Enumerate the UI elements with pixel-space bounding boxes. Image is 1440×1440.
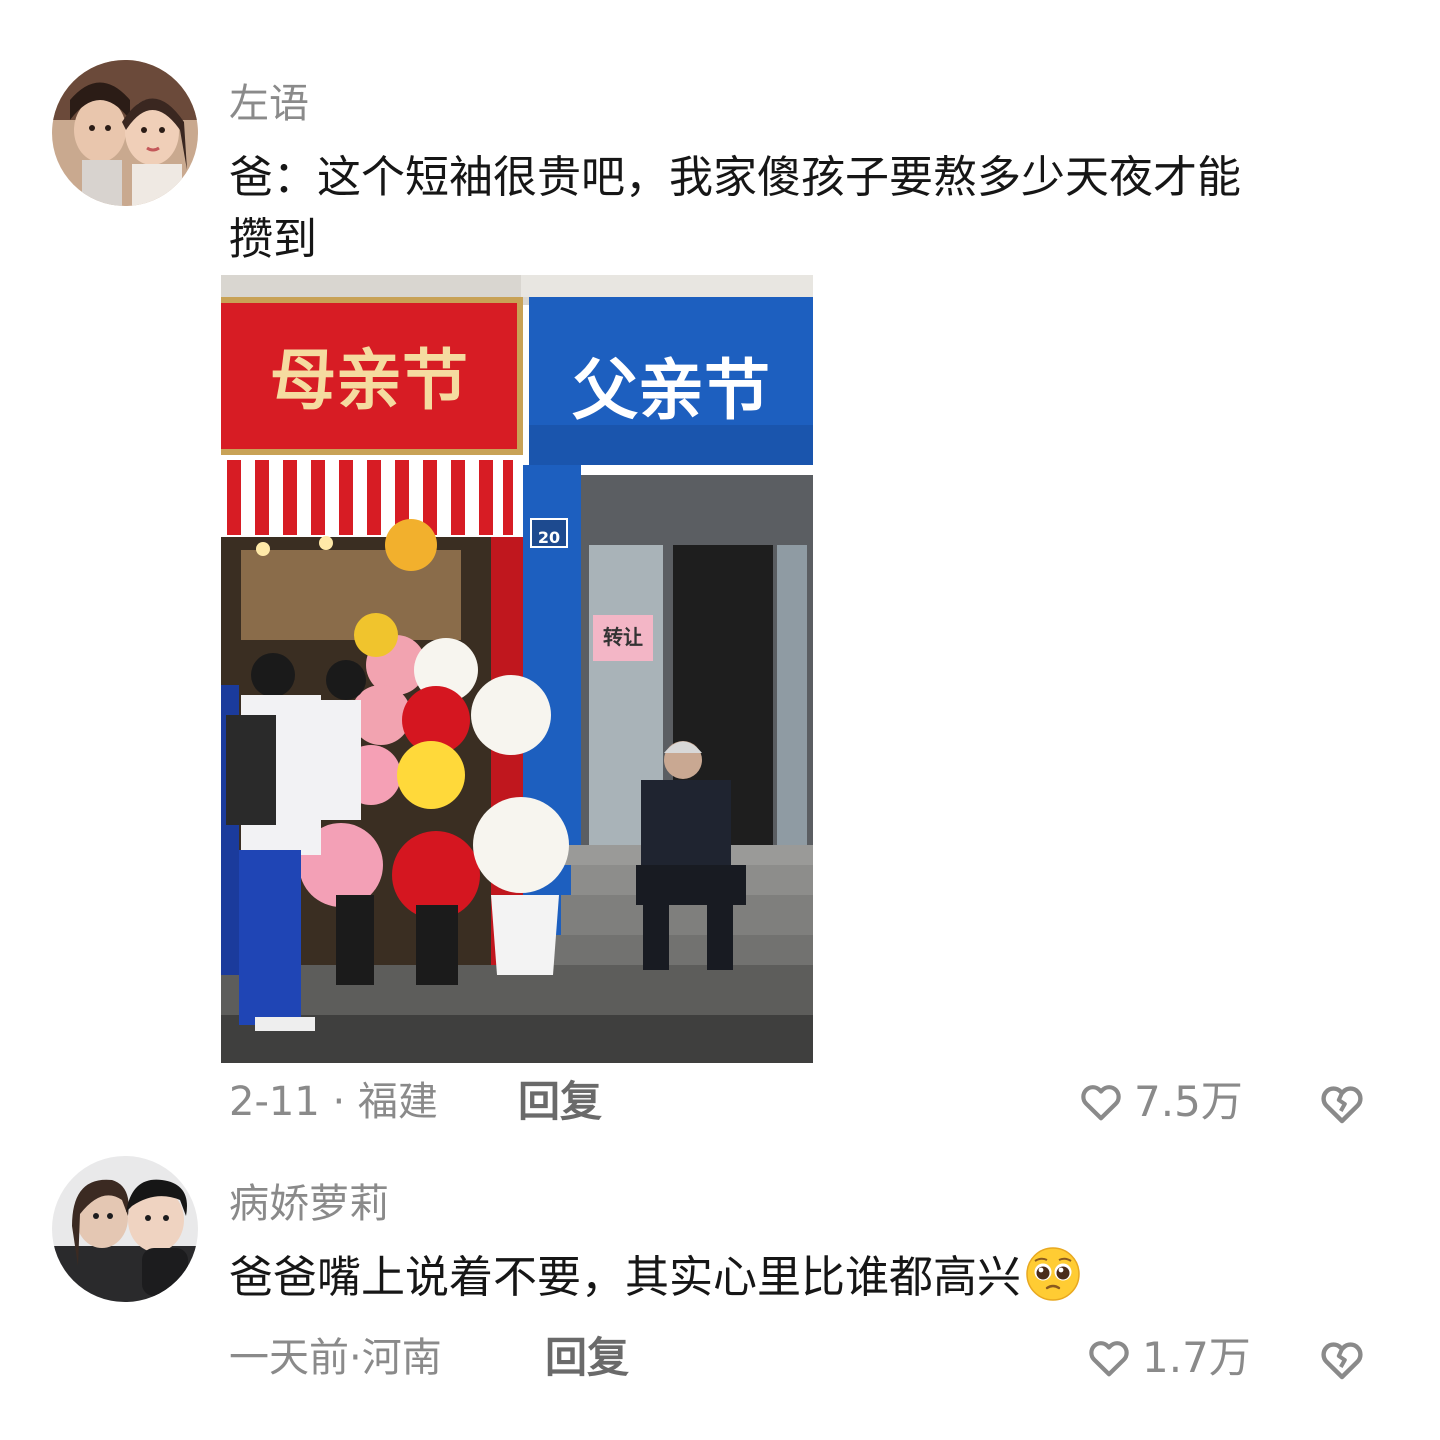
door-notice: 转让: [603, 625, 643, 649]
door-number: 20: [538, 528, 560, 547]
like-count: 7.5万: [1134, 1077, 1243, 1126]
user-avatar[interactable]: [52, 1156, 198, 1302]
like-count: 1.7万: [1142, 1333, 1251, 1382]
comment-text-line: 攒到: [229, 214, 317, 265]
like-button[interactable]: 1.7万: [1086, 1334, 1251, 1382]
comment-meta: 一天前·河南: [229, 1335, 442, 1381]
like-button[interactable]: 7.5万: [1078, 1078, 1243, 1126]
username[interactable]: 病娇萝莉: [229, 1180, 389, 1228]
dislike-button[interactable]: [1318, 1336, 1366, 1384]
heart-outline-icon: [1081, 1085, 1121, 1121]
comment-meta: 2-11 · 福建: [229, 1079, 438, 1125]
dislike-button[interactable]: [1318, 1080, 1366, 1128]
comment-item: 左语 爸：这个短袖很贵吧，我家傻孩子要熬多少天夜才能 攒到 母亲节 父亲节 20…: [0, 0, 1440, 1140]
comment-item: 病娇萝莉 爸爸嘴上说着不要，其实心里比谁都高兴 一天前·河南 回复 1.7万: [0, 1140, 1440, 1440]
heart-outline-icon: [1089, 1341, 1129, 1377]
username[interactable]: 左语: [229, 80, 309, 128]
broken-heart-icon: [1321, 1342, 1363, 1380]
broken-heart-icon: [1321, 1086, 1363, 1124]
comment-text: 爸爸嘴上说着不要，其实心里比谁都高兴: [229, 1246, 1379, 1309]
pleading-face-emoji: [1026, 1247, 1080, 1301]
comment-image[interactable]: 母亲节 父亲节 20 转让: [221, 275, 813, 1063]
reply-button[interactable]: 回复: [545, 1334, 629, 1382]
comment-text-body: 爸爸嘴上说着不要，其实心里比谁都高兴: [229, 1252, 1021, 1303]
comment-text: 爸：这个短袖很贵吧，我家傻孩子要熬多少天夜才能 攒到: [229, 147, 1379, 271]
reply-button[interactable]: 回复: [518, 1078, 602, 1126]
user-avatar[interactable]: [52, 60, 198, 206]
comment-text-line: 爸：这个短袖很贵吧，我家傻孩子要熬多少天夜才能: [229, 152, 1241, 203]
sign-mothers-day: 母亲节: [270, 342, 468, 419]
sign-fathers-day: 父亲节: [572, 352, 770, 429]
